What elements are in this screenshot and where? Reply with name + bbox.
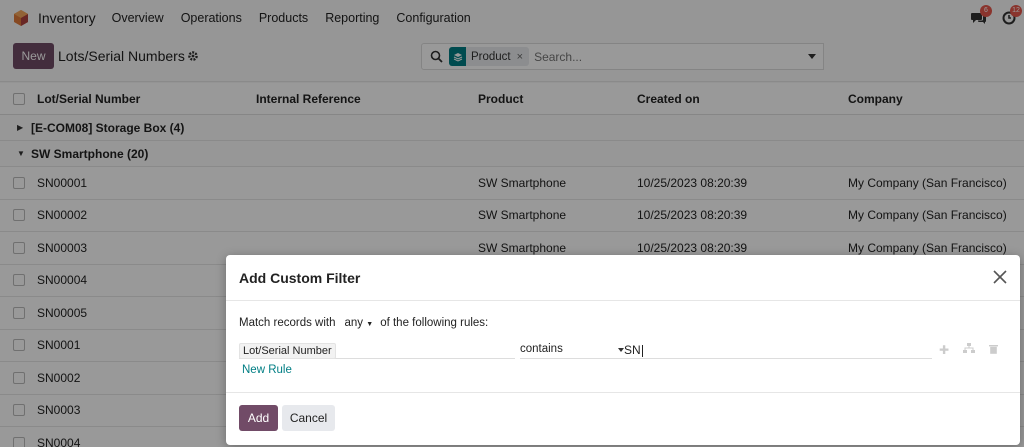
add-branch-icon[interactable]: [963, 343, 976, 357]
rule-value-text: SN: [624, 343, 641, 357]
new-rule-link[interactable]: New Rule: [242, 364, 292, 376]
match-line: Match records with any ▼ of the followin…: [239, 317, 488, 329]
caret-down-icon: ▼: [366, 321, 374, 328]
match-prefix: Match records with: [239, 317, 336, 329]
modal-footer: Add Cancel: [226, 393, 1020, 445]
rule-field-value: Lot/Serial Number: [239, 343, 336, 359]
rule-field-select[interactable]: Lot/Serial Number: [239, 343, 515, 359]
rule-actions: ✚: [939, 343, 1012, 357]
match-suffix: of the following rules:: [380, 317, 489, 329]
text-cursor: [641, 344, 643, 357]
delete-rule-icon[interactable]: [989, 343, 999, 357]
add-button[interactable]: Add: [239, 405, 278, 431]
rule-value-input[interactable]: SN: [624, 343, 932, 359]
match-mode-select[interactable]: any ▼: [345, 317, 374, 329]
filter-rule: Lot/Serial Number contains SN ✚: [226, 342, 1020, 362]
modal-body: Match records with any ▼ of the followin…: [226, 255, 1020, 393]
rule-operator-select[interactable]: contains: [520, 343, 630, 359]
cancel-button[interactable]: Cancel: [282, 405, 335, 431]
rule-operator-value: contains: [520, 343, 563, 355]
add-rule-icon[interactable]: ✚: [939, 343, 949, 357]
match-mode-value: any: [344, 317, 364, 329]
add-custom-filter-dialog: Add Custom Filter Match records with any…: [226, 255, 1020, 445]
